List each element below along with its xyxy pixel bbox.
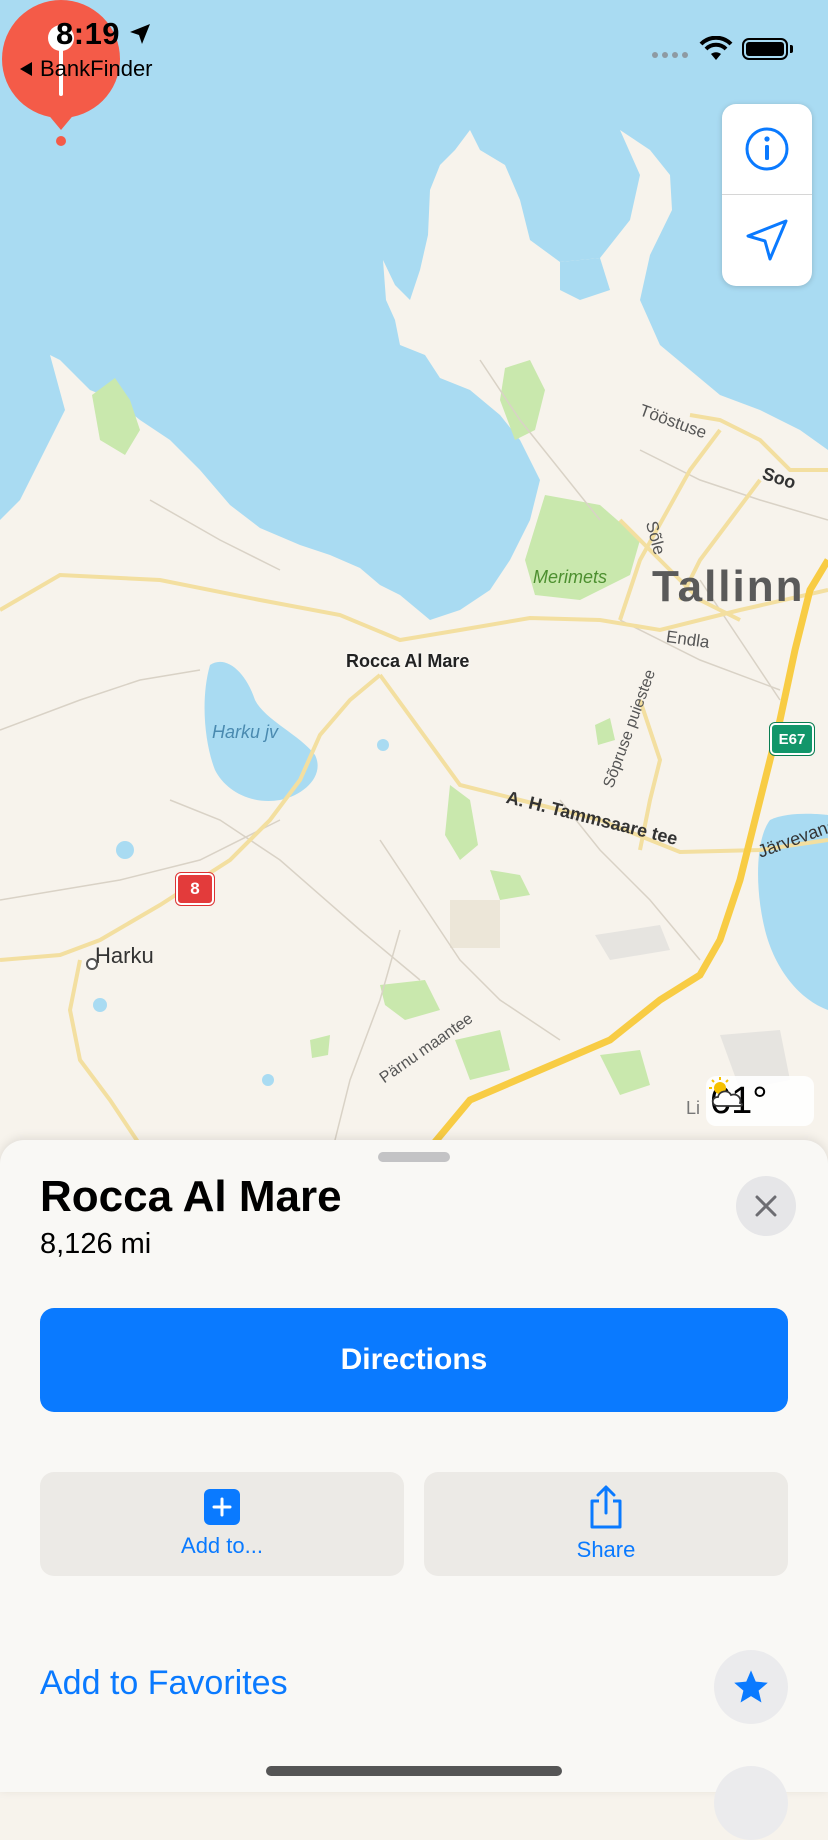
place-title: Rocca Al Mare xyxy=(40,1172,342,1221)
lake-label: Harku jv xyxy=(212,722,279,742)
home-indicator xyxy=(266,1766,562,1776)
weather-widget[interactable]: 61° xyxy=(706,1076,814,1126)
status-time: 8:19 xyxy=(56,16,121,51)
village-marker xyxy=(86,958,98,970)
sheet-grabber[interactable] xyxy=(378,1152,450,1162)
battery-icon xyxy=(742,38,788,60)
battery-nub xyxy=(790,45,793,53)
map-controls xyxy=(722,104,812,286)
share-icon xyxy=(590,1485,622,1529)
add-to-favorites-link[interactable]: Add to Favorites xyxy=(40,1664,288,1703)
status-bar: 8:19 BankFinder xyxy=(0,0,828,90)
pin-label: Rocca Al Mare xyxy=(346,651,470,671)
location-services-icon xyxy=(130,24,150,44)
map-info-button[interactable] xyxy=(722,104,812,194)
add-to-button[interactable]: Add to... xyxy=(40,1472,404,1576)
route-shield-8: 8 xyxy=(175,872,215,906)
wifi-icon xyxy=(699,36,733,60)
share-button[interactable]: Share xyxy=(424,1472,788,1576)
add-to-label: Add to... xyxy=(181,1533,263,1558)
place-distance: 8,126 mi xyxy=(40,1228,152,1260)
park-label: Merimets xyxy=(533,567,608,587)
back-to-app-button[interactable]: BankFinder xyxy=(20,56,153,82)
cellular-signal-icon xyxy=(652,52,688,58)
route-shield-e67: E67 xyxy=(769,722,815,756)
star-icon xyxy=(734,1670,768,1703)
weather-partly-cloudy-icon xyxy=(709,1077,744,1107)
directions-button[interactable]: Directions xyxy=(40,1308,788,1412)
city-label: Tallinn xyxy=(652,562,805,611)
place-card-sheet: Rocca Al Mare 8,126 mi Directions Add to… xyxy=(0,1140,828,1840)
map-edge-text: Li xyxy=(686,1098,701,1118)
info-icon xyxy=(745,127,789,171)
back-app-label: BankFinder xyxy=(40,56,153,81)
share-label: Share xyxy=(576,1537,636,1562)
favorite-star-button[interactable] xyxy=(714,1650,788,1724)
location-arrow-icon xyxy=(746,219,788,261)
map-view[interactable]: Tallinn Harku jv Merimets Harku Tööstuse… xyxy=(0,0,828,1160)
back-triangle-icon xyxy=(20,62,32,76)
peek-button xyxy=(714,1766,788,1840)
current-location-button[interactable] xyxy=(722,194,812,285)
add-icon xyxy=(204,1489,240,1525)
close-icon xyxy=(755,1195,777,1217)
village-label: Harku xyxy=(95,943,154,968)
close-button[interactable] xyxy=(736,1176,796,1236)
